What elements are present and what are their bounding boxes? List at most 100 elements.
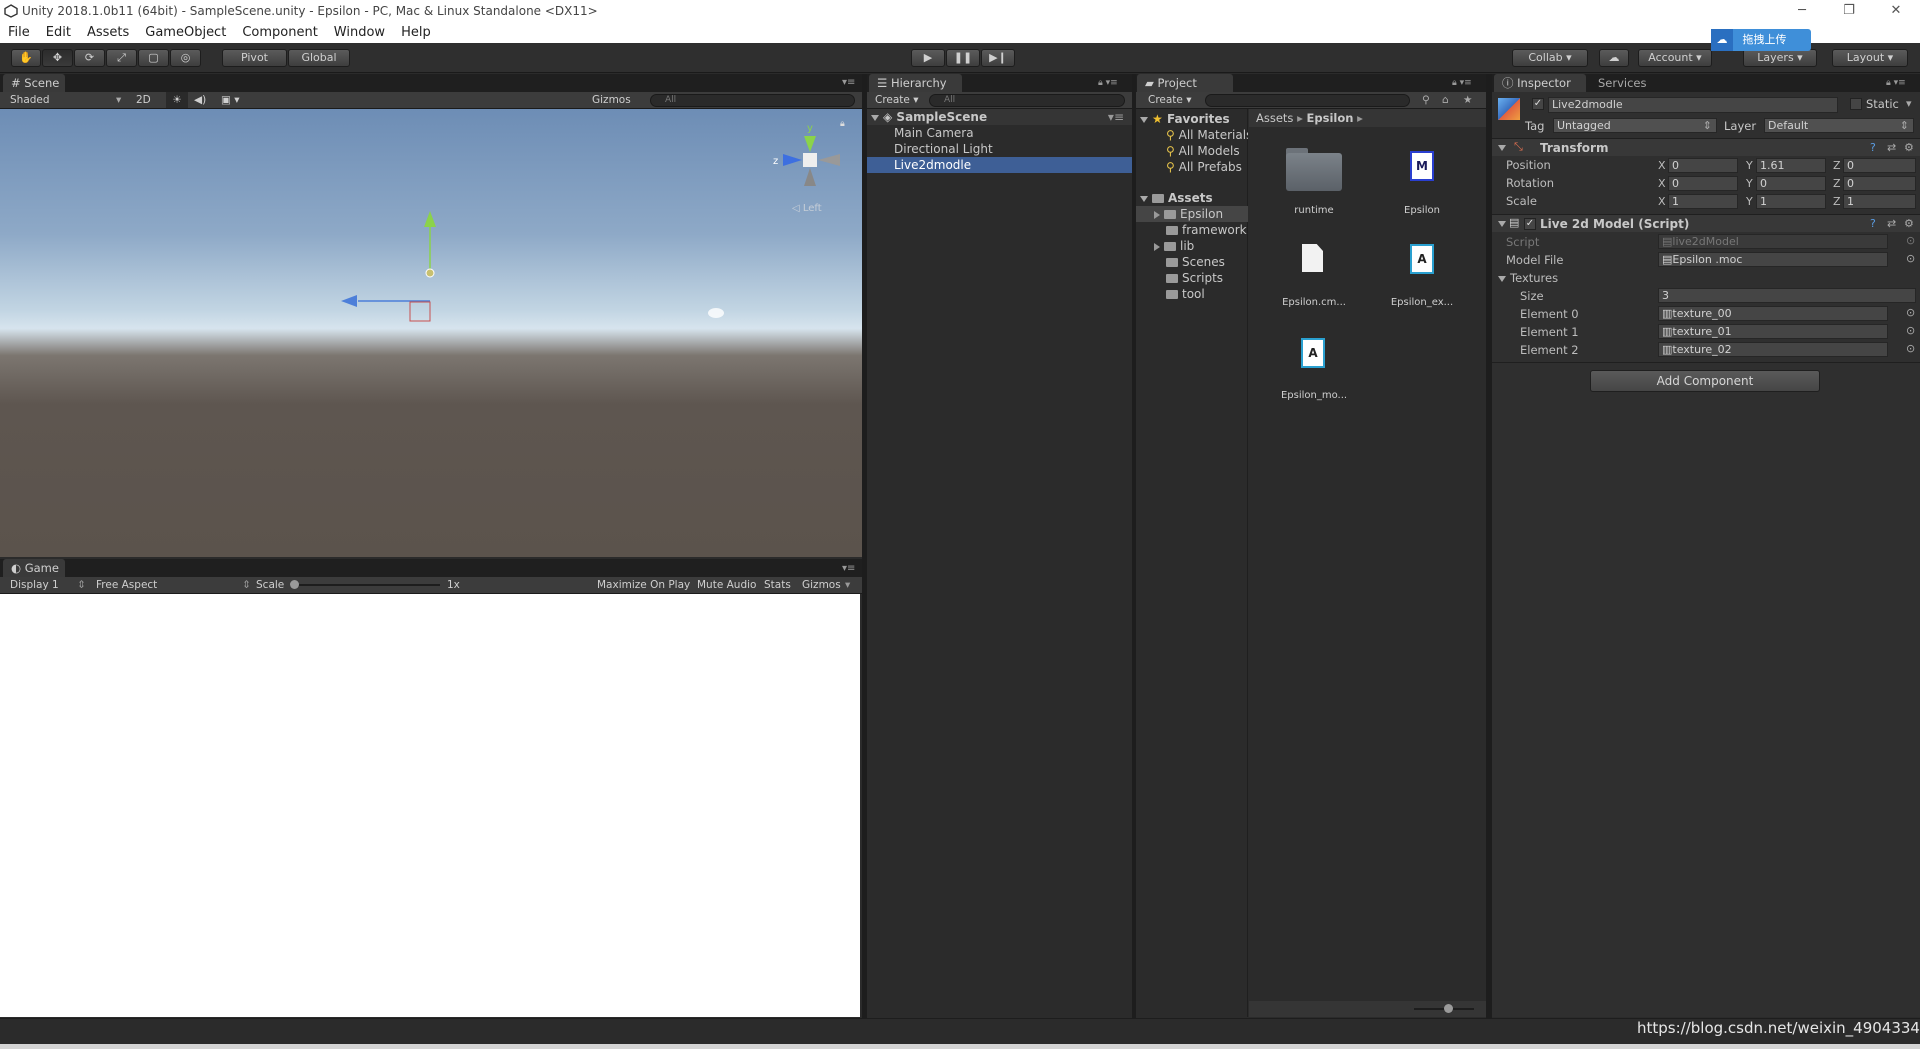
- effects-toggle-icon[interactable]: ▣ ▾: [221, 92, 240, 108]
- rect-tool-icon[interactable]: ▢: [138, 49, 169, 67]
- expand-icon[interactable]: [871, 114, 879, 121]
- tab-project[interactable]: ▰ Project: [1137, 74, 1233, 92]
- folder-framework[interactable]: framework: [1166, 222, 1247, 238]
- component-enabled-checkbox[interactable]: ✓: [1524, 218, 1536, 230]
- size-field[interactable]: 3: [1658, 288, 1916, 303]
- display-dropdown[interactable]: Display 1: [10, 577, 59, 593]
- expand-icon[interactable]: [1154, 210, 1160, 219]
- scale-slider-thumb[interactable]: [290, 580, 299, 589]
- assets-header[interactable]: Assets: [1140, 190, 1213, 206]
- help-icon[interactable]: ?: [1870, 141, 1876, 154]
- move-gizmo[interactable]: [341, 211, 436, 322]
- play-button[interactable]: ▶: [911, 49, 945, 67]
- directional-light-icon[interactable]: [708, 308, 724, 318]
- scene-menu-icon[interactable]: ▾≡: [1108, 109, 1124, 125]
- tab-services[interactable]: Services: [1590, 74, 1660, 92]
- rotation-z-field[interactable]: 0: [1843, 176, 1916, 191]
- object-picker-icon[interactable]: ⊙: [1906, 252, 1915, 265]
- active-checkbox[interactable]: ✓: [1532, 98, 1544, 110]
- menu-window[interactable]: Window: [326, 22, 393, 43]
- tab-hierarchy[interactable]: ☰ Hierarchy: [869, 74, 962, 92]
- expand-icon[interactable]: [1154, 242, 1160, 251]
- collapse-icon[interactable]: [1498, 145, 1506, 151]
- menu-help[interactable]: Help: [393, 22, 439, 43]
- upload-badge[interactable]: ☁ 拖拽上传: [1711, 29, 1811, 51]
- favorite-all-materials[interactable]: ⚲ All Materials: [1166, 127, 1248, 143]
- project-lock-icon[interactable]: 🔒︎ ▾≡: [1452, 78, 1472, 88]
- element-1-field[interactable]: ▥texture_01: [1658, 324, 1888, 339]
- aspect-dropdown[interactable]: Free Aspect: [96, 577, 157, 593]
- layout-dropdown[interactable]: Layout ▾: [1832, 49, 1908, 67]
- mute-audio-toggle[interactable]: Mute Audio: [697, 577, 756, 593]
- scale-y-field[interactable]: 1: [1756, 194, 1826, 209]
- restore-icon[interactable]: ❐: [1826, 0, 1872, 22]
- favorite-star-icon[interactable]: ★: [1463, 92, 1472, 108]
- project-search-input[interactable]: [1205, 94, 1410, 107]
- element-2-field[interactable]: ▥texture_02: [1658, 342, 1888, 357]
- text-asset-icon[interactable]: A: [1301, 338, 1325, 368]
- hierarchy-item-live2dmodle[interactable]: Live2dmodle: [867, 157, 1132, 173]
- game-gizmos-dropdown[interactable]: Gizmos: [802, 577, 841, 593]
- tab-inspector[interactable]: ⓘ Inspector: [1494, 74, 1586, 92]
- rotation-y-field[interactable]: 0: [1756, 176, 1826, 191]
- folder-scripts[interactable]: Scripts: [1166, 270, 1223, 286]
- scale-z-field[interactable]: 1: [1843, 194, 1916, 209]
- hand-tool-icon[interactable]: ✋: [11, 49, 41, 67]
- preset-icon[interactable]: ⇄: [1887, 141, 1896, 154]
- move-tool-icon[interactable]: ✥: [42, 49, 73, 67]
- scene-viewport[interactable]: y z ◁ Left 🔒︎: [0, 109, 862, 557]
- layer-dropdown[interactable]: Default ⇕: [1764, 118, 1914, 133]
- pivot-toggle[interactable]: Pivot: [222, 49, 287, 67]
- m-file-icon[interactable]: M: [1410, 151, 1434, 181]
- menu-gameobject[interactable]: GameObject: [137, 22, 234, 43]
- add-component-button[interactable]: Add Component: [1590, 370, 1820, 392]
- object-picker-icon[interactable]: ⊙: [1906, 324, 1915, 337]
- panel-menu-icon[interactable]: ▾≡: [842, 77, 855, 88]
- static-checkbox[interactable]: [1850, 98, 1862, 110]
- static-caret-icon[interactable]: ▾: [1906, 97, 1912, 110]
- object-name-field[interactable]: Live2dmodle: [1548, 97, 1838, 113]
- asset-runtime[interactable]: [1286, 145, 1342, 191]
- script-component-header[interactable]: ▤ ✓ Live 2d Model (Script) ? ⇄ ⚙: [1492, 214, 1920, 232]
- layers-dropdown[interactable]: Layers ▾: [1743, 49, 1817, 67]
- pause-button[interactable]: ❚❚: [946, 49, 980, 67]
- mode-2d-toggle[interactable]: 2D: [136, 92, 151, 108]
- hierarchy-create-button[interactable]: Create ▾: [875, 92, 919, 108]
- plane-handle[interactable]: [409, 301, 431, 322]
- transform-tool-icon[interactable]: ◎: [170, 49, 201, 67]
- menu-assets[interactable]: Assets: [79, 22, 137, 43]
- gizmo-center-cube[interactable]: [803, 153, 817, 167]
- text-asset-icon[interactable]: A: [1410, 244, 1434, 274]
- scene-gizmos-dropdown[interactable]: Gizmos: [592, 92, 631, 108]
- favorite-all-prefabs[interactable]: ⚲ All Prefabs: [1166, 159, 1242, 175]
- position-x-field[interactable]: 0: [1668, 158, 1738, 173]
- maximize-on-play-toggle[interactable]: Maximize On Play: [597, 577, 690, 593]
- expand-icon[interactable]: [1140, 195, 1148, 202]
- document-icon[interactable]: [1302, 244, 1323, 272]
- menu-file[interactable]: File: [0, 22, 38, 43]
- folder-tool[interactable]: tool: [1166, 286, 1205, 302]
- filter-by-type-icon[interactable]: ⚲: [1422, 92, 1430, 108]
- collab-dropdown[interactable]: Collab ▾: [1512, 49, 1588, 67]
- expand-icon[interactable]: [1140, 116, 1148, 123]
- help-icon[interactable]: ?: [1870, 217, 1876, 230]
- rotation-x-field[interactable]: 0: [1668, 176, 1738, 191]
- gizmo-z-cone[interactable]: [783, 154, 802, 166]
- lock-icon[interactable]: 🔒︎: [840, 119, 845, 129]
- preset-icon[interactable]: ⇄: [1887, 217, 1896, 230]
- collapse-icon[interactable]: [1498, 275, 1506, 282]
- x-axis-arrow[interactable]: [341, 295, 357, 307]
- gizmo-view-label[interactable]: ◁ Left: [792, 203, 822, 214]
- folder-scenes[interactable]: Scenes: [1166, 254, 1225, 270]
- object-picker-icon[interactable]: ⊙: [1906, 306, 1915, 319]
- folder-epsilon[interactable]: Epsilon: [1136, 206, 1248, 222]
- cloud-button[interactable]: ☁: [1599, 49, 1629, 67]
- position-y-field[interactable]: 1.61: [1756, 158, 1826, 173]
- gizmo-neg-y-cone[interactable]: [804, 168, 816, 186]
- tab-scene[interactable]: # Scene: [3, 74, 65, 92]
- y-axis-arrow[interactable]: [424, 211, 436, 227]
- lighting-toggle-icon[interactable]: ☀: [166, 92, 188, 108]
- transform-header[interactable]: ⤡ Transform ? ⇄ ⚙: [1492, 138, 1920, 156]
- folder-lib[interactable]: lib: [1154, 238, 1194, 254]
- scene-search-input[interactable]: All: [650, 94, 855, 107]
